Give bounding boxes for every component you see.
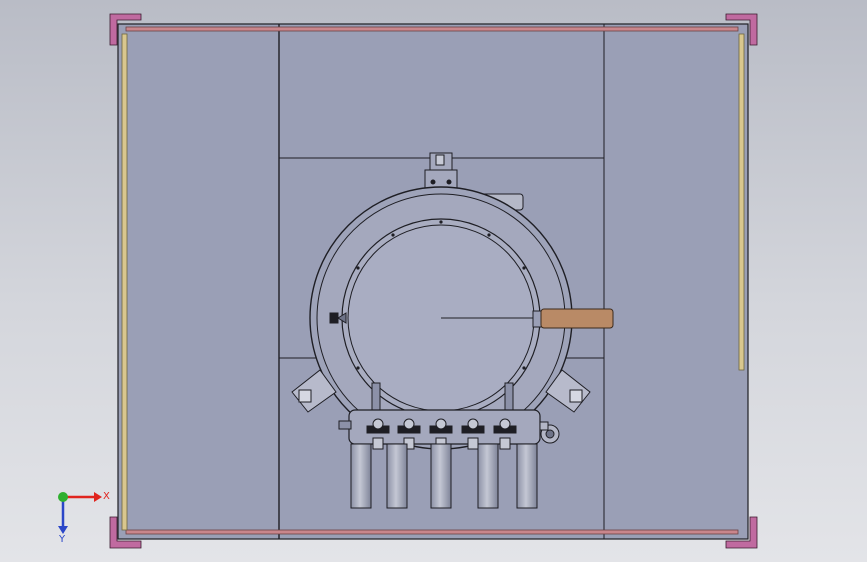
triad-y-arrow — [58, 526, 68, 534]
triad-x-arrow — [94, 492, 102, 502]
cad-viewport[interactable]: X Y — [0, 0, 867, 562]
heater-rod — [532, 308, 614, 329]
left-valve — [329, 312, 347, 324]
cad-drawing: X Y — [58, 13, 758, 549]
triad-y-label: Y — [58, 534, 66, 545]
triad-origin — [58, 492, 68, 502]
left-rod — [121, 33, 128, 531]
coordinate-triad: X Y — [58, 491, 110, 545]
outlet-pipe — [386, 443, 408, 509]
triad-x-label: X — [103, 491, 110, 502]
bottom-rod — [125, 529, 739, 535]
top-rod — [125, 26, 739, 32]
outlet-pipe — [350, 443, 372, 509]
outlet-pipe — [516, 443, 538, 509]
outlet-pipe — [477, 443, 499, 509]
outlet-pipe — [430, 443, 452, 509]
right-rod — [738, 33, 745, 371]
